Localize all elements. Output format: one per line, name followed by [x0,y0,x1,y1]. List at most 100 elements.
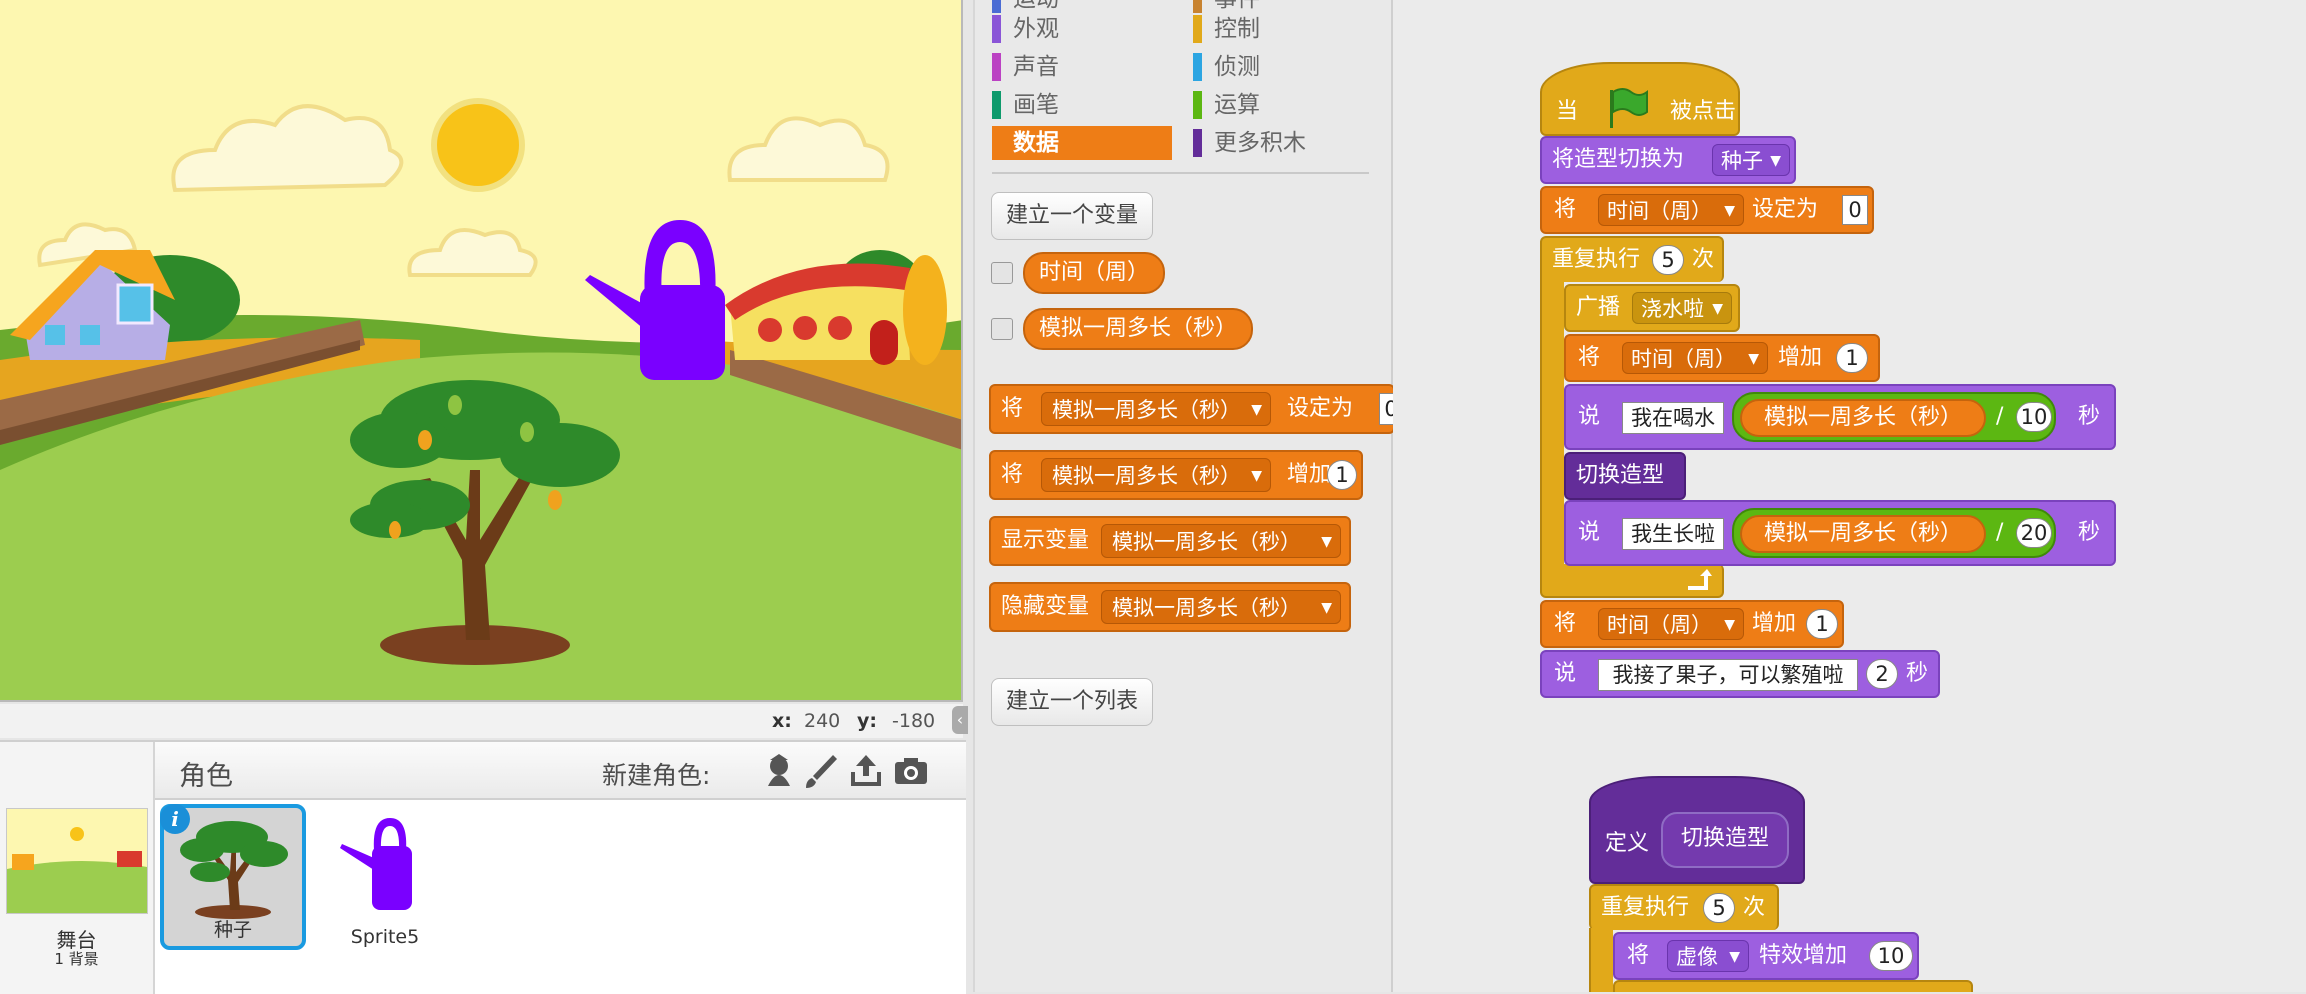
category-divider [992,172,1369,174]
collapse-stage-tab[interactable]: ‹ [952,706,968,734]
say-secs-input[interactable]: 2 [1866,659,1898,689]
variable-checkbox-time[interactable] [991,262,1013,284]
change-time-value[interactable]: 1 [1836,343,1868,373]
make-variable-button[interactable]: 建立一个变量 [991,192,1154,240]
sprite-library-icon[interactable] [760,752,798,790]
category-more-blocks[interactable]: 更多积木 [1193,126,1373,160]
say-text-input[interactable]: 我生长啦 [1622,518,1724,550]
variable-reporter[interactable]: 模拟一周多长（秒） [1740,399,1986,437]
green-flag-icon [1610,88,1648,128]
category-label: 声音 [1013,54,1059,80]
block-text: 将 [1627,943,1650,968]
category-sound[interactable]: 声音 [992,50,1172,84]
make-list-button[interactable]: 建立一个列表 [991,678,1154,726]
set-time-value[interactable]: 0 [1842,195,1868,225]
category-color-bar [992,53,1001,81]
new-sprite-label: 新建角色: [602,761,711,790]
variable-dropdown[interactable]: 时间（周） ▼ [1622,342,1768,374]
repeat-block[interactable]: 重复执行 5 次 [1540,236,1724,282]
effect-dropdown[interactable]: 虚像 ▼ [1667,940,1749,972]
block-palette: 运动 外观 声音 画笔 数据 事件 控制 侦测 运算 更多积木 建立一个变量 时… [973,0,1403,992]
script-area[interactable]: 当 被点击 将造型切换为 种子 ▼ 将 时间（周） ▼ 设定为 0 重复执行 5 次… [1393,0,2306,992]
sprite-thumbnail-sprite5[interactable]: Sprite5 [312,806,458,952]
say-for-secs-block-3[interactable]: 说 我接了果子，可以繁殖啦 2 秒 [1540,650,1940,698]
set-time-block[interactable]: 将 时间（周） ▼ 设定为 0 [1540,186,1874,234]
block-text: 秒 [1906,661,1929,686]
when-flag-clicked-hat[interactable]: 当 被点击 [1540,62,1740,136]
paint-brush-icon[interactable] [803,752,841,790]
variable-dropdown[interactable]: 模拟一周多长（秒） ▼ [1041,392,1271,426]
variable-dropdown[interactable]: 模拟一周多长（秒） ▼ [1101,590,1341,624]
palette-show-variable-block[interactable]: 显示变量 模拟一周多长（秒） ▼ [989,516,1351,566]
sprite-pane-header: 角色 新建角色: [155,742,966,800]
sprite-pane: 舞台 1 背景 角色 新建角色: 种子 i Sprite5 [0,740,966,994]
category-label: 运算 [1214,92,1260,118]
variable-dropdown[interactable]: 模拟一周多长（秒） ▼ [1041,458,1271,492]
category-sensing[interactable]: 侦测 [1193,50,1373,84]
define-custom-block[interactable]: 定义 切换造型 [1589,776,1805,884]
switch-costume-block[interactable]: 将造型切换为 种子 ▼ [1540,136,1796,184]
broadcast-block[interactable]: 广播 浇水啦 ▼ [1564,284,1740,332]
next-block-partial[interactable] [1613,980,1973,992]
broadcast-dropdown[interactable]: 浇水啦 ▼ [1632,292,1732,324]
block-text: 次 [1743,895,1766,920]
category-operators[interactable]: 运算 [1193,88,1373,122]
repeat-block-arm [1540,280,1564,568]
dropdown-value: 模拟一周多长（秒） [1112,596,1301,620]
category-color-bar [992,91,1001,119]
change-time-value[interactable]: 1 [1806,609,1838,639]
divide-operator[interactable]: 模拟一周多长（秒） / 20 [1732,508,2056,558]
dropdown-value: 模拟一周多长（秒） [1052,464,1241,488]
say-text-input[interactable]: 我在喝水 [1622,402,1724,434]
camera-icon[interactable] [892,752,930,790]
dropdown-value: 时间（周） [1631,347,1736,371]
palette-hide-variable-block[interactable]: 隐藏变量 模拟一周多长（秒） ▼ [989,582,1351,632]
palette-set-variable-block[interactable]: 将 模拟一周多长（秒） ▼ 设定为 0 [989,384,1403,434]
block-text: 增加 [1287,462,1332,487]
category-control[interactable]: 控制 [1193,12,1373,46]
costume-dropdown[interactable]: 种子 ▼ [1712,144,1790,176]
category-color-bar [1193,53,1202,81]
say-for-secs-block-1[interactable]: 说 我在喝水 模拟一周多长（秒） / 10 秒 [1564,384,2116,450]
block-text: 定义 [1605,831,1650,856]
category-pen[interactable]: 画笔 [992,88,1172,122]
palette-change-variable-block[interactable]: 将 模拟一周多长（秒） ▼ 增加 1 [989,450,1363,500]
divide-operator[interactable]: 模拟一周多长（秒） / 10 [1732,392,2056,442]
variable-checkbox-week-length[interactable] [991,318,1013,340]
repeat-count-input[interactable]: 5 [1703,893,1735,923]
define-block-name[interactable]: 切换造型 [1661,812,1789,868]
change-effect-block[interactable]: 将 虚像 ▼ 特效增加 10 [1613,932,1919,980]
info-icon[interactable]: i [160,804,190,834]
change-time-block-2[interactable]: 将 时间（周） ▼ 增加 1 [1540,600,1844,648]
stage[interactable] [0,0,963,702]
category-looks[interactable]: 外观 [992,12,1172,46]
repeat-block-2[interactable]: 重复执行 5 次 [1589,884,1779,930]
change-time-block[interactable]: 将 时间（周） ▼ 增加 1 [1564,334,1880,382]
variable-reporter-week-length[interactable]: 模拟一周多长（秒） [1023,308,1254,350]
variable-reporter-time[interactable]: 时间（周） [1023,252,1166,294]
category-color-bar [1193,129,1202,157]
repeat-count-input[interactable]: 5 [1652,245,1684,275]
stage-canvas[interactable] [0,0,963,702]
custom-block-call[interactable]: 切换造型 [1564,452,1686,500]
block-text: 增加 [1752,611,1797,636]
upload-icon[interactable] [847,752,885,790]
stage-thumbnail[interactable] [6,808,148,914]
say-text-input[interactable]: 我接了果子，可以繁殖啦 [1598,659,1858,691]
variable-dropdown[interactable]: 时间（周） ▼ [1598,608,1744,640]
effect-value-input[interactable]: 10 [1869,941,1913,971]
block-text: 设定为 [1287,396,1354,421]
block-text: 广播 [1576,295,1621,320]
category-color-bar [992,15,1001,43]
divisor-input[interactable]: 10 [2016,402,2052,432]
dropdown-value: 浇水啦 [1641,297,1704,321]
variable-dropdown[interactable]: 模拟一周多长（秒） ▼ [1101,524,1341,558]
category-color-bar [1193,91,1202,119]
divisor-input[interactable]: 20 [2016,518,2052,548]
dropdown-arrow-icon: ▼ [1251,468,1262,484]
category-data[interactable]: 数据 [992,126,1172,160]
variable-reporter[interactable]: 模拟一周多长（秒） [1740,515,1986,553]
change-value-input[interactable]: 1 [1327,460,1357,490]
say-for-secs-block-2[interactable]: 说 我生长啦 模拟一周多长（秒） / 20 秒 [1564,500,2116,566]
variable-dropdown[interactable]: 时间（周） ▼ [1598,194,1744,226]
